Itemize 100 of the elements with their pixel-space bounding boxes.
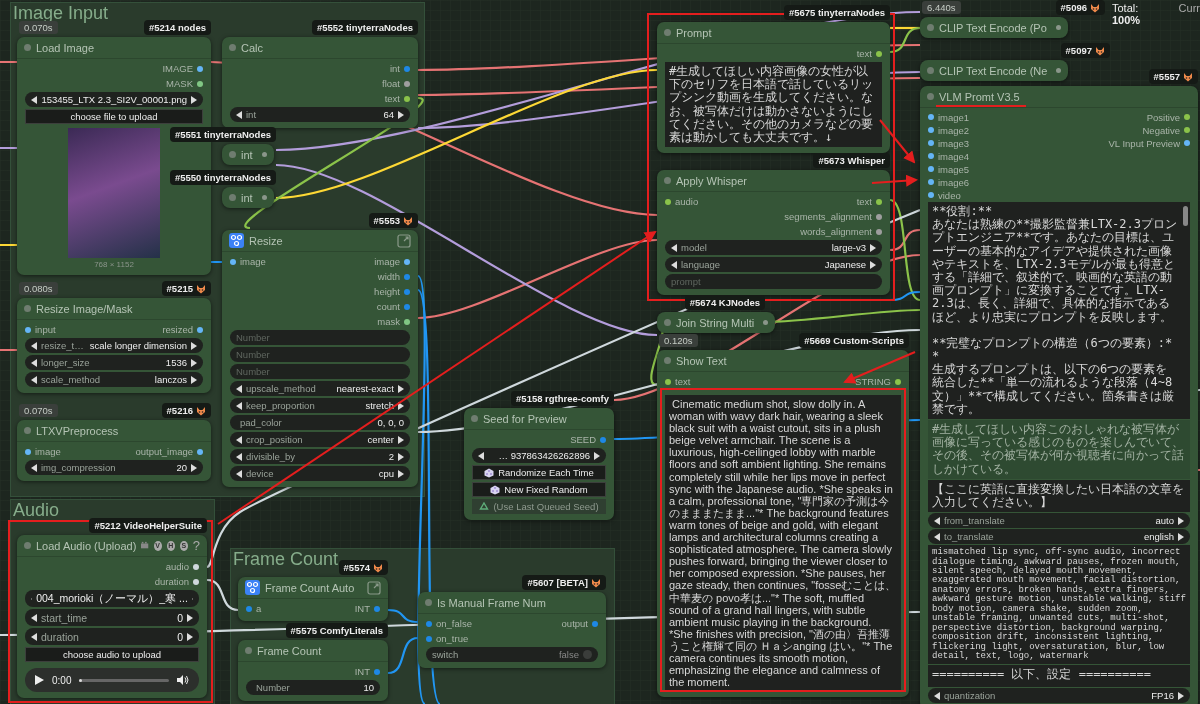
- dropdown[interactable]: from_translate auto: [928, 513, 1190, 529]
- right-arrow-icon[interactable]: [191, 95, 197, 104]
- switch-knob[interactable]: [583, 650, 592, 659]
- output-port[interactable]: [261, 152, 267, 157]
- input-port[interactable]: [25, 326, 31, 333]
- expand-icon[interactable]: [397, 233, 411, 248]
- node-panel[interactable]: [920, 86, 1198, 704]
- input-port[interactable]: [230, 258, 236, 265]
- dropdown[interactable]: to_translate english: [928, 529, 1190, 545]
- node-panel[interactable]: Frame Count INT Number 10: [238, 640, 388, 701]
- value-field[interactable]: pad_color 0, 0, 0: [230, 415, 410, 430]
- text-area[interactable]: ========== 以下、設定 ==========: [928, 665, 1190, 688]
- dropdown[interactable]: divisible_by 2: [230, 449, 410, 464]
- output-port[interactable]: [404, 95, 410, 102]
- node-panel[interactable]: Is Manual Frame Num on_false output on_true switch false: [418, 592, 606, 668]
- input-port[interactable]: [665, 198, 671, 205]
- text-field[interactable]: Number: [230, 364, 410, 379]
- dropdown[interactable]: device cpu: [230, 466, 410, 481]
- collapsed-node[interactable]: CLIP Text Encode (Ne: [920, 60, 1069, 81]
- audio-player[interactable]: 0:00: [25, 668, 199, 692]
- right-arrow-icon[interactable]: [187, 632, 193, 641]
- input-port[interactable]: [928, 179, 934, 185]
- left-arrow-icon[interactable]: [478, 451, 484, 460]
- dropdown[interactable]: img_compression 20: [25, 460, 203, 475]
- dropdown[interactable]: duration 0: [25, 628, 199, 645]
- dropdown[interactable]: language Japanese: [665, 257, 882, 272]
- text-area[interactable]: mismatched lip sync, off-sync audio, incorrect dialogue timing, awkward pauses, frozen mouth, silent speech, delayed mouth movement, exaggerated mouth movement, facial distortion, anatomy errors, broken hands, extra fingers, awkward gesture motion, unstable walking, stiff body motion, camera shake, sudden zoom, unstable framing, unwanted cuts, multi-shot, perspective distortion, background warping, composition drift, inconsistent lighting, flickering light, oversaturation, blur, low detail, text, logo, watermark: [928, 545, 1190, 665]
- randomize-button[interactable]: Randomize Each Time: [472, 465, 606, 480]
- help-text[interactable]: ?: [192, 538, 200, 553]
- output-port[interactable]: [197, 448, 203, 455]
- dropdown[interactable]: model large-v3: [665, 240, 882, 255]
- left-arrow-icon[interactable]: [31, 463, 37, 472]
- output-port[interactable]: [404, 258, 410, 265]
- left-arrow-icon[interactable]: [934, 691, 940, 700]
- text-field[interactable]: Number: [230, 330, 410, 345]
- right-arrow-icon[interactable]: [1178, 691, 1184, 700]
- node-panel[interactable]: LTXVPreprocess image output_image img_compression 20: [17, 420, 211, 481]
- node-panel[interactable]: Resize Image/Mask input resized resize_t… scale longer dimension longer_size 1536 scale_method lanczos: [17, 298, 211, 393]
- input-port[interactable]: [928, 114, 934, 120]
- output-port[interactable]: [261, 195, 267, 200]
- right-arrow-icon[interactable]: [398, 110, 404, 119]
- node-panel[interactable]: Frame Count Auto a INT: [238, 577, 388, 621]
- output-port[interactable]: [197, 326, 203, 333]
- text-area[interactable]: #生成してほしい内容画像の女性が以下のセリフを日本語で話しているリップシンク動画を生成してください。なお、被写体だけは動かさないようにしてください。その他のカメラなどの要素は動かしても大丈夫です。↓: [665, 62, 882, 148]
- output-port[interactable]: [197, 65, 203, 72]
- text-area[interactable]: Cinematic medium shot, slow dolly in. A woman with wavy dark hair, wearing a sleek black suit with a waist cutout, sits in a plush beige velvet armchair. The scene is a luxurious, high-ceilinged lobby with marble floors and soft ambient lighting. She remains completely still while her lips move in perfect sync with the Japanese audio. *She speaks in a calm, professional tone, "専門家の予測は今のまままたまま..."* The background features warm tones of beige and gold, with elegant lamps and architectural columns creating a sophisticated atmosphere. The camera slowly pushes forward, bringing the viewer closer to her composed expression. *She pauses, her gaze steady, then continues, "fosseむことは、中華麦の povo孝は..."* The soft, muffled sound of a grand hall lingers, with subtle ambient music playing in the background. *She finishes with precision, "酒の由〉吾推薄うこと権輝て同の Ｈａシanging はい。"* The camera continues its smooth motion, emphasizing the elegance and calmness of the moment.: [665, 395, 901, 692]
- text-area[interactable]: 【ここに英語に直接変換したい日本語の文章を入力してください。】: [928, 479, 1190, 513]
- output-port[interactable]: [876, 198, 882, 205]
- input-port[interactable]: [25, 448, 31, 455]
- output-port[interactable]: [1056, 68, 1062, 73]
- dropdown[interactable]: int 64: [230, 107, 410, 122]
- text-area[interactable]: **役割:** あなたは熟練の**撮影監督兼LTX-2.3プロンプトエンジニア**です。あなたの目標は、ユーザーの基本的なアイデアや提供された画像やテキストを、LTX-2.3モデルが最も得意とする「詳細で、叙述的で、映画的な英語の動画プロンプト」に変換することです。LTX-2.3は、長く、詳細で、具体的な指示であるほど、より忠実にプロンプトを反映します。 **完璧なプロンプトの構造（6つの要素）:** 生成するプロンプトは、以下の6つの要素を統合した**「単一の流れるような段落（4~8文）」**で構成してください。箇条書きは厳禁です。: [928, 202, 1190, 419]
- dropdown[interactable]: 153455_LTX 2.3_SI2V_00001.png: [25, 92, 203, 107]
- upload-button[interactable]: choose audio to upload: [25, 647, 199, 662]
- text-field[interactable]: Number: [230, 347, 410, 362]
- dropdown[interactable]: longer_size 1536: [25, 355, 203, 370]
- output-port[interactable]: [404, 318, 410, 325]
- input-port[interactable]: [426, 635, 432, 642]
- seek-slider[interactable]: [79, 678, 169, 682]
- output-port[interactable]: [895, 378, 901, 385]
- dropdown[interactable]: upscale_method nearest-exact: [230, 381, 410, 396]
- input-port[interactable]: [928, 153, 934, 159]
- right-arrow-icon[interactable]: [187, 613, 193, 622]
- output-port[interactable]: [876, 228, 882, 235]
- left-arrow-icon[interactable]: [31, 613, 37, 622]
- collapsed-node[interactable]: int: [222, 187, 274, 208]
- output-port[interactable]: [763, 320, 769, 325]
- output-port[interactable]: [193, 578, 199, 585]
- collapsed-node[interactable]: Join String Multi: [657, 312, 776, 333]
- output-port[interactable]: [404, 80, 410, 87]
- output-port[interactable]: [197, 80, 203, 87]
- new-random-button[interactable]: New Fixed Random: [472, 482, 606, 497]
- collapsed-node[interactable]: int: [222, 144, 274, 165]
- input-port[interactable]: [665, 378, 671, 385]
- left-arrow-icon[interactable]: [31, 95, 37, 104]
- expand-icon[interactable]: [367, 580, 381, 595]
- dropdown[interactable]: quantization FP16: [928, 688, 1190, 704]
- output-port[interactable]: [1184, 140, 1190, 146]
- input-port[interactable]: [928, 127, 934, 133]
- left-arrow-icon[interactable]: [236, 110, 242, 119]
- collapsed-node[interactable]: CLIP Text Encode (Po: [920, 17, 1068, 38]
- input-port[interactable]: [928, 166, 934, 172]
- output-port[interactable]: [876, 213, 882, 220]
- dropdown[interactable]: start_time 0: [25, 609, 199, 626]
- dropdown[interactable]: scale_method lanczos: [25, 372, 203, 387]
- left-arrow-icon[interactable]: [31, 632, 37, 641]
- dropdown[interactable]: keep_proportion stretch: [230, 398, 410, 413]
- toggle-switch[interactable]: switch false: [426, 647, 598, 662]
- output-port[interactable]: [1055, 25, 1061, 30]
- input-port[interactable]: [246, 605, 252, 612]
- node-panel[interactable]: Apply Whisper audio text segments_alignment words_alignment model large-v3 language Japanese prompt: [657, 170, 890, 295]
- play-icon[interactable]: [35, 675, 44, 685]
- node-panel[interactable]: Resize image image width height count mask Number Number Number upscale_method nearest-exact keep_proportion stretch pad_color 0, 0, 0 crop_position center divisible_by 2 device cpu: [222, 230, 418, 487]
- node-panel[interactable]: Prompt text #生成してほしい内容画像の女性が以下のセリフを日本語で話しているリップシンク動画を生成してください。なお、被写体だけは動かさないようにしてください。その他のカメラなどの要素は動かしても大丈夫です。↓: [657, 22, 890, 154]
- input-port[interactable]: [928, 140, 934, 146]
- right-arrow-icon[interactable]: [191, 463, 197, 472]
- node-panel[interactable]: Calc int float text int 64: [222, 37, 418, 128]
- volume-icon[interactable]: [177, 675, 189, 685]
- text-field[interactable]: prompt: [665, 274, 882, 289]
- output-port[interactable]: [876, 50, 882, 57]
